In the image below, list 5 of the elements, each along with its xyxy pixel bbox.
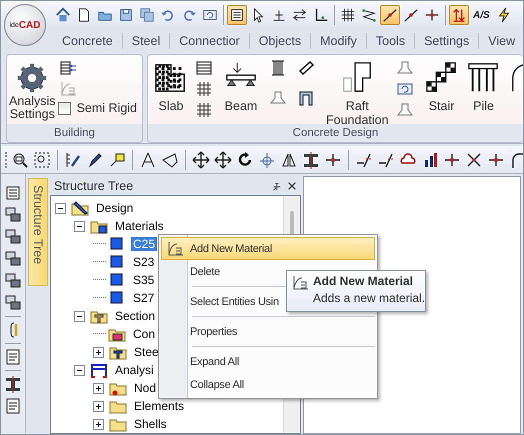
panel-title: Structure Tree [54,178,134,192]
tooltip-title: Add New Material [313,274,414,288]
group-title: Concrete Design [148,124,523,142]
group-title: Building [7,124,142,142]
tooltip-text: Adds a new material. [313,291,426,305]
